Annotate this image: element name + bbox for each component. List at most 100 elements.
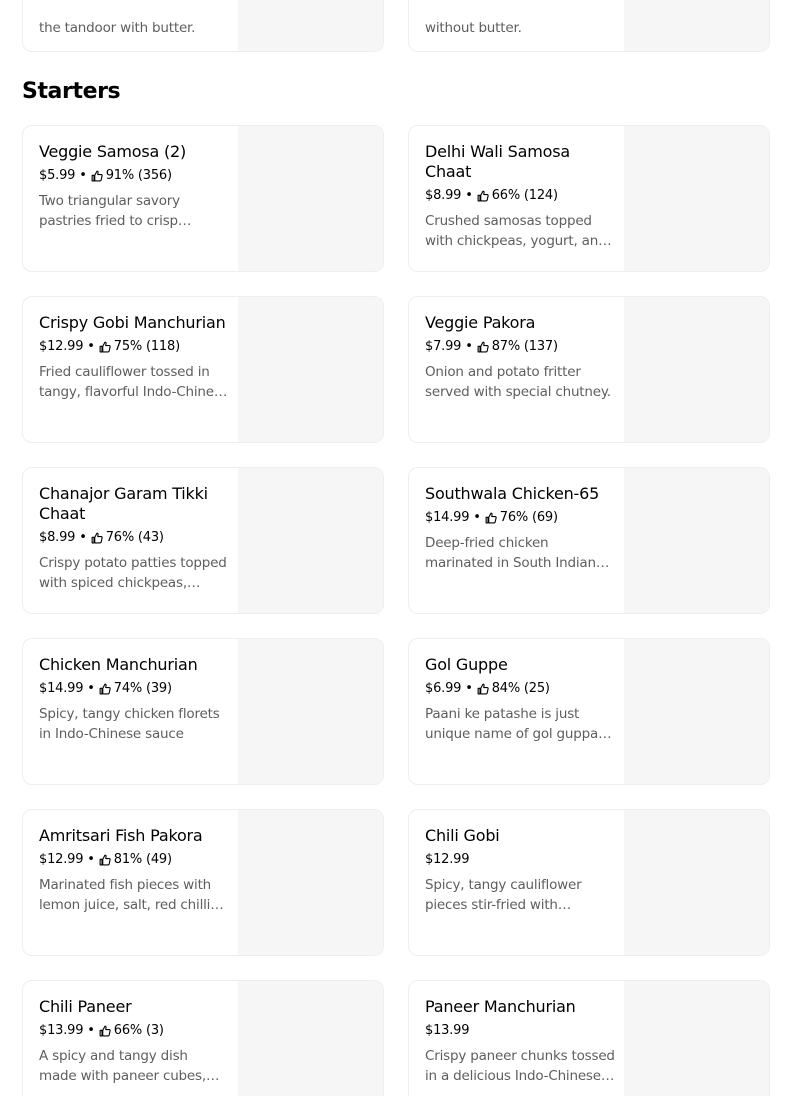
item-text: Chili Gobi $12.99 Spicy, tangy cauliflower… <box>425 826 615 915</box>
item-name: Delhi Wali Samosa Chaat <box>425 142 570 181</box>
item-image-placeholder <box>238 297 383 442</box>
item-price: $13.99 <box>425 1023 470 1038</box>
item-name: Veggie Samosa (2) <box>39 142 187 161</box>
menu-item-card[interactable]: Paneer Manchurian $13.99 Crispy paneer chu… <box>408 980 770 1096</box>
item-image-placeholder <box>238 639 383 784</box>
item-description: Two triangular savory pastries fried to … <box>39 193 180 229</box>
item-name: Chili Paneer <box>39 997 132 1016</box>
item-meta: $8.99 • 76% (43) <box>39 529 229 547</box>
item-name: Veggie Pakora <box>425 313 536 332</box>
menu-item-card[interactable]: without butter. <box>408 0 770 52</box>
item-name: Southwala Chicken-65 <box>425 484 600 503</box>
item-description: Marinated fish pieces with lemon juice, … <box>39 877 212 913</box>
item-meta: $8.99 • 66% (124) <box>425 187 615 205</box>
separator-dot: • <box>79 168 87 183</box>
thumbs-up-icon <box>485 512 497 524</box>
item-description: the tandoor with butter. <box>39 20 196 36</box>
menu-item-card[interactable]: Veggie Samosa (2) $5.99 • 91% (356) Two tria… <box>22 125 384 272</box>
thumbs-up-icon <box>477 683 489 695</box>
thumbs-up-icon <box>99 1025 111 1037</box>
item-description: Paani ke patashe is just unique name of … <box>425 706 615 742</box>
item-name: Chicken Manchurian <box>39 655 198 674</box>
separator-dot: • <box>465 339 473 354</box>
thumbs-up-icon <box>477 190 489 202</box>
separator-dot: • <box>87 681 95 696</box>
menu-item-card[interactable]: Amritsari Fish Pakora $12.99 • 81% (49) Mari… <box>22 809 384 956</box>
item-image-placeholder <box>624 126 769 271</box>
item-image-placeholder <box>624 297 769 442</box>
item-price: $8.99 <box>39 530 76 545</box>
item-meta: $13.99 • 66% (3) <box>39 1022 229 1040</box>
item-meta: $13.99 <box>425 1022 615 1040</box>
menu-item-card[interactable]: the tandoor with butter. <box>22 0 384 52</box>
item-rating: 84% (25) <box>491 681 550 696</box>
item-price: $5.99 <box>39 168 76 183</box>
item-image-placeholder <box>624 468 769 613</box>
item-meta: $12.99 • 75% (118) <box>39 338 229 356</box>
item-name: Gol Guppe <box>425 655 508 674</box>
menu-item-card[interactable]: Chanajor Garam Tikki Chaat $8.99 • 76% (43)… <box>22 467 384 614</box>
item-price: $14.99 <box>39 681 84 696</box>
item-name: Crispy Gobi Manchurian <box>39 313 226 332</box>
section-title: Starters <box>22 79 121 104</box>
menu-page: the tandoor with butter. without butter.… <box>0 0 804 1096</box>
item-rating: 74% (39) <box>113 681 172 696</box>
item-meta: $5.99 • 91% (356) <box>39 167 229 185</box>
item-text: Chanajor Garam Tikki Chaat $8.99 • 76% (43)… <box>39 484 229 593</box>
item-price: $12.99 <box>425 852 470 867</box>
item-price: $8.99 <box>425 188 462 203</box>
item-meta: $12.99 <box>425 851 615 869</box>
item-description: A spicy and tangy dish made with paneer … <box>39 1048 206 1084</box>
item-image-placeholder <box>624 981 769 1096</box>
menu-item-card[interactable]: Southwala Chicken-65 $14.99 • 76% (69) Deep-… <box>408 467 770 614</box>
menu-item-card[interactable]: Chili Gobi $12.99 Spicy, tangy cauliflower… <box>408 809 770 956</box>
thumbs-up-icon <box>91 532 103 544</box>
item-text: Crispy Gobi Manchurian $12.99 • 75% (118) Fr… <box>39 313 229 402</box>
item-price: $14.99 <box>425 510 470 525</box>
item-meta: $7.99 • 87% (137) <box>425 338 615 356</box>
item-text: Veggie Pakora $7.99 • 87% (137) Onion and po… <box>425 313 615 402</box>
item-text: Chicken Manchurian $14.99 • 74% (39) Spicy, … <box>39 655 229 744</box>
item-meta: $14.99 • 76% (69) <box>425 509 615 527</box>
thumbs-up-icon <box>477 341 489 353</box>
menu-item-card[interactable]: Chicken Manchurian $14.99 • 74% (39) Spicy, … <box>22 638 384 785</box>
item-image-placeholder <box>624 810 769 955</box>
separator-dot: • <box>465 188 473 203</box>
separator-dot: • <box>473 510 481 525</box>
menu-item-card[interactable]: Delhi Wali Samosa Chaat $8.99 • 66% (124) Cr… <box>408 125 770 272</box>
menu-item-card[interactable]: Veggie Pakora $7.99 • 87% (137) Onion and po… <box>408 296 770 443</box>
separator-dot: • <box>79 530 87 545</box>
thumbs-up-icon <box>91 170 103 182</box>
item-rating: 81% (49) <box>113 852 172 867</box>
item-description: Fried cauliflower tossed in tangy, flavo… <box>39 364 229 400</box>
item-price: $6.99 <box>425 681 462 696</box>
item-rating: 87% (137) <box>491 339 558 354</box>
menu-item-card[interactable]: Gol Guppe $6.99 • 84% (25) Paani ke patashe … <box>408 638 770 785</box>
item-rating: 66% (124) <box>491 188 558 203</box>
menu-item-card[interactable]: Crispy Gobi Manchurian $12.99 • 75% (118) Fr… <box>22 296 384 443</box>
item-image-placeholder <box>238 0 383 51</box>
item-name: Paneer Manchurian <box>425 997 576 1016</box>
menu-item-card[interactable]: Chili Paneer $13.99 • 66% (3) A spicy and ta… <box>22 980 384 1096</box>
item-text: Southwala Chicken-65 $14.99 • 76% (69) Deep-… <box>425 484 615 573</box>
separator-dot: • <box>465 681 473 696</box>
item-description: Spicy, tangy chicken florets in Indo-Chi… <box>39 706 220 742</box>
item-text: Chili Paneer $13.99 • 66% (3) A spicy and ta… <box>39 997 229 1086</box>
item-text: Delhi Wali Samosa Chaat $8.99 • 66% (124) Cr… <box>425 142 615 251</box>
separator-dot: • <box>87 852 95 867</box>
item-rating: 66% (3) <box>113 1023 164 1038</box>
item-description: without butter. <box>425 20 522 36</box>
item-price: $12.99 <box>39 852 84 867</box>
item-rating: 76% (43) <box>105 530 164 545</box>
separator-dot: • <box>87 339 95 354</box>
thumbs-up-icon <box>99 683 111 695</box>
item-image-placeholder <box>238 810 383 955</box>
separator-dot: • <box>87 1023 95 1038</box>
item-text: Amritsari Fish Pakora $12.99 • 81% (49) Mari… <box>39 826 229 915</box>
item-description: Spicy, tangy cauliflower pieces stir-fri… <box>425 877 582 913</box>
item-description: Deep-fried chicken marinated in South In… <box>425 535 596 571</box>
item-description: Onion and potato fritter served with spe… <box>425 364 611 400</box>
thumbs-up-icon <box>99 341 111 353</box>
item-text: Veggie Samosa (2) $5.99 • 91% (356) Two tria… <box>39 142 229 231</box>
item-image-placeholder <box>238 126 383 271</box>
